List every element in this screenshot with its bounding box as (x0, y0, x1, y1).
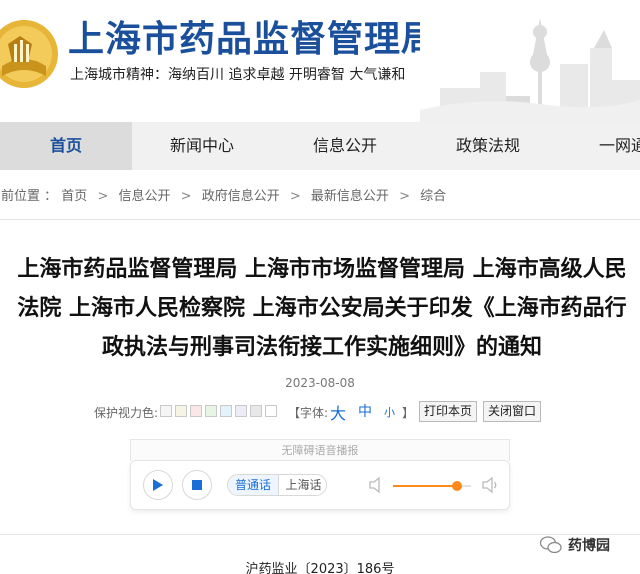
watermark: 药博园 (540, 534, 610, 556)
play-icon (153, 479, 163, 491)
breadcrumb-colon: ： (40, 189, 58, 204)
volume-slider[interactable] (393, 481, 471, 491)
breadcrumb-separator: > (97, 189, 109, 204)
watermark-text: 药博园 (568, 538, 610, 554)
stop-icon (192, 480, 202, 490)
volume-slider-fill (393, 485, 457, 487)
breadcrumb-separator: > (289, 189, 301, 204)
volume-slider-handle[interactable] (451, 481, 462, 491)
color-swatch[interactable] (190, 405, 202, 417)
audio-widget-header: 无障碍语音播报 (130, 439, 510, 461)
breadcrumb-item-info-disclosure[interactable]: 信息公开 (119, 170, 171, 219)
color-swatch[interactable] (175, 405, 187, 417)
nav-item-info-disclosure[interactable]: 信息公开 (313, 122, 377, 170)
nav-item-one-network[interactable]: 一网通 (599, 122, 640, 170)
shanghainese-button[interactable]: 上海话 (278, 475, 326, 495)
nav-item-home[interactable]: 首页 (0, 122, 132, 170)
site-header: 上海市药品监督管理局 上海城市精神：海纳百川 追求卓越 开明睿智 大气谦和 (0, 0, 640, 122)
article-date: 2023-08-08 (285, 376, 355, 390)
close-window-button[interactable]: 关闭窗口 (483, 401, 542, 422)
font-label-close: 】 (402, 406, 415, 420)
nav-item-policy[interactable]: 政策法规 (456, 122, 520, 170)
wechat-icon (540, 536, 562, 554)
nav-item-news[interactable]: 新闻中心 (170, 122, 234, 170)
main-nav: 首页 新闻中心 信息公开 政策法规 一网通 (0, 122, 640, 170)
site-title: 上海市药品监督管理局 (68, 19, 439, 60)
breadcrumb-prefix: 当前位置 (0, 189, 41, 204)
color-swatch[interactable] (205, 405, 217, 417)
shanghai-emblem-icon (0, 20, 58, 88)
font-large-button[interactable]: 大 (330, 400, 346, 424)
volume-high-icon[interactable] (482, 476, 500, 494)
breadcrumb-item-gov-info[interactable]: 政府信息公开 (202, 170, 280, 219)
stop-button[interactable] (182, 470, 212, 500)
mandarin-button[interactable]: 普通话 (228, 475, 278, 495)
color-swatch[interactable] (160, 405, 172, 417)
article-title: 上海市药品监督管理局 上海市市场监督管理局 上海市高级人民法院 上海市人民检察院… (17, 257, 627, 360)
breadcrumb-item-general[interactable]: 综合 (420, 170, 446, 219)
font-size-label: 【字体: (288, 406, 329, 420)
breadcrumb: 当前位置 ： 首页 > 信息公开 > 政府信息公开 > 最新信息公开 > 综合 (0, 170, 640, 220)
eye-protection-label: 保护视力色: (94, 406, 159, 420)
color-swatch[interactable] (220, 405, 232, 417)
font-medium-button[interactable]: 中 (358, 401, 372, 421)
play-button[interactable] (143, 470, 173, 500)
volume-low-icon[interactable] (369, 476, 383, 494)
breadcrumb-separator: > (399, 189, 410, 204)
breadcrumb-separator: > (180, 189, 192, 204)
language-toggle: 普通话 上海话 (227, 474, 327, 496)
site-slogan: 上海城市精神：海纳百川 追求卓越 开明睿智 大气谦和 (70, 67, 406, 83)
color-swatch[interactable] (250, 405, 262, 417)
audio-player: 普通话 上海话 (130, 460, 510, 510)
document-number: 沪药监业〔2023〕186号 (245, 562, 395, 574)
breadcrumb-item-latest-info[interactable]: 最新信息公开 (311, 170, 389, 219)
color-swatch[interactable] (235, 405, 247, 417)
breadcrumb-item-home[interactable]: 首页 (61, 170, 87, 219)
print-button[interactable]: 打印本页 (419, 401, 478, 422)
article-tools: 保护视力色: 【字体: 大 中 小 】 打印本页 关闭窗口 (0, 400, 640, 424)
city-skyline-image (420, 0, 640, 122)
color-swatch[interactable] (265, 405, 277, 417)
font-small-button[interactable]: 小 (384, 404, 395, 420)
